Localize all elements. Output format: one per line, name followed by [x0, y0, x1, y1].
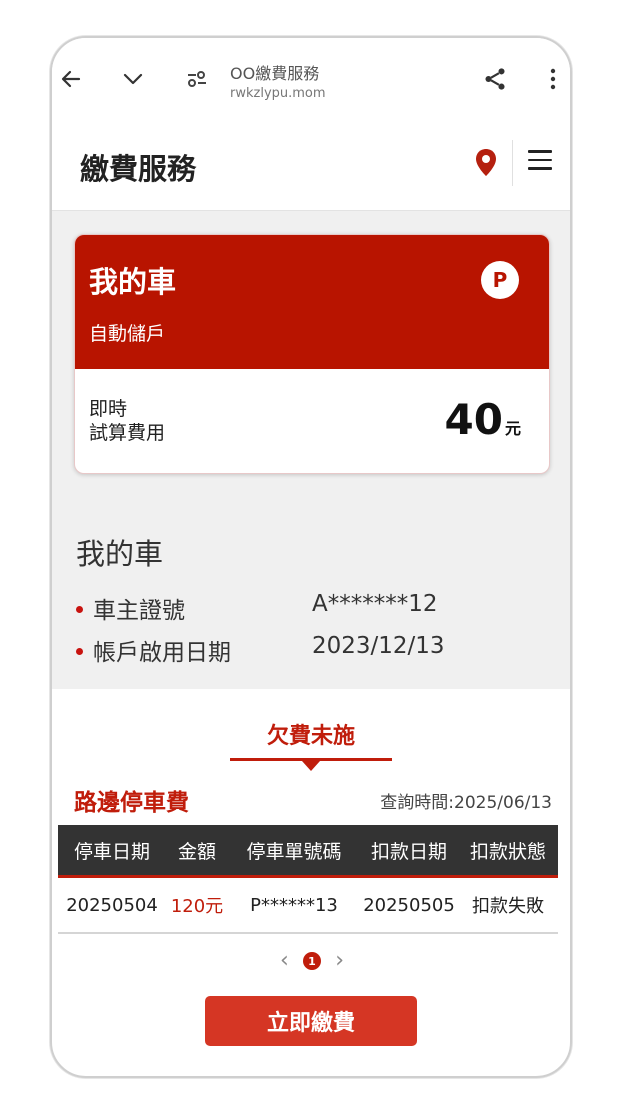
column-header: 扣款日期: [370, 840, 447, 863]
card-subtitle: 自動儲戶: [89, 323, 166, 345]
back-arrow-icon[interactable]: [56, 64, 86, 94]
parking-icon: P: [481, 261, 519, 299]
info-row-activation-date: 帳戶啟用日期 2023/12/13: [76, 633, 445, 667]
column-header: 停車單號碼: [246, 840, 342, 863]
column-header: 停車日期: [73, 840, 150, 863]
browser-toolbar: OO繳費服務 rwkzlypu.mom: [52, 38, 570, 120]
card-title: 我的車: [89, 265, 177, 299]
section-title: 路邊停車費: [74, 790, 189, 816]
table-cell-parking-date: 20250504: [66, 894, 158, 916]
query-time: 查詢時間:2025/06/13: [380, 793, 552, 813]
bullet-icon: [76, 606, 83, 613]
table-header: 停車日期 金額 停車單號碼 扣款日期 扣款狀態: [58, 825, 558, 878]
car-info-section: 我的車 車主證號 A*******12 帳戶啟用日期 2023/12/13: [52, 507, 570, 689]
pay-now-button[interactable]: 立即繳費: [205, 996, 417, 1046]
table-cell-ticket-number: P******13: [250, 894, 338, 916]
tab-unpaid[interactable]: 欠費未施: [230, 718, 392, 750]
fee-amount: 40 元: [444, 395, 521, 444]
fee-table: 停車日期 金額 停車單號碼 扣款日期 扣款狀態 20250504 120元 P*…: [58, 825, 558, 934]
app-header: 繳費服務: [52, 120, 570, 211]
info-row-owner-id: 車主證號 A*******12: [76, 591, 438, 625]
hamburger-menu-icon[interactable]: [528, 150, 554, 174]
share-icon[interactable]: [480, 64, 510, 94]
location-pin-icon[interactable]: [474, 148, 498, 182]
phone-frame: OO繳費服務 rwkzlypu.mom 繳費服務 我的車 自動儲戶 P 即時 試…: [50, 36, 572, 1078]
browser-url[interactable]: rwkzlypu.mom: [230, 86, 326, 101]
bullet-icon: [76, 648, 83, 655]
pagination: ‹ 1 ›: [280, 946, 344, 976]
page-number-current[interactable]: 1: [303, 952, 321, 970]
table-cell-debit-status: 扣款失敗: [472, 896, 544, 917]
fee-label: 即時 試算費用: [89, 398, 166, 444]
browser-page-title: OO繳費服務: [230, 64, 320, 83]
column-header: 金額: [177, 840, 216, 863]
table-cell-debit-date: 20250505: [363, 894, 455, 916]
more-vert-icon[interactable]: [538, 64, 568, 94]
card-header: 我的車 自動儲戶 P: [75, 235, 549, 369]
table-cell-amount: 120元: [170, 896, 224, 917]
my-car-card[interactable]: 我的車 自動儲戶 P 即時 試算費用 40 元: [74, 234, 550, 474]
page-title: 繳費服務: [80, 152, 197, 186]
chevron-down-icon[interactable]: [118, 64, 148, 94]
next-page-icon[interactable]: ›: [335, 950, 344, 972]
site-settings-icon[interactable]: [182, 64, 212, 94]
info-title: 我的車: [76, 537, 164, 571]
table-row[interactable]: 20250504 120元 P******13 20250505 扣款失敗: [58, 878, 558, 934]
tab-indicator-arrow: [302, 761, 320, 771]
prev-page-icon[interactable]: ‹: [280, 950, 289, 972]
column-header: 扣款狀態: [469, 840, 546, 863]
header-divider: [512, 140, 513, 186]
